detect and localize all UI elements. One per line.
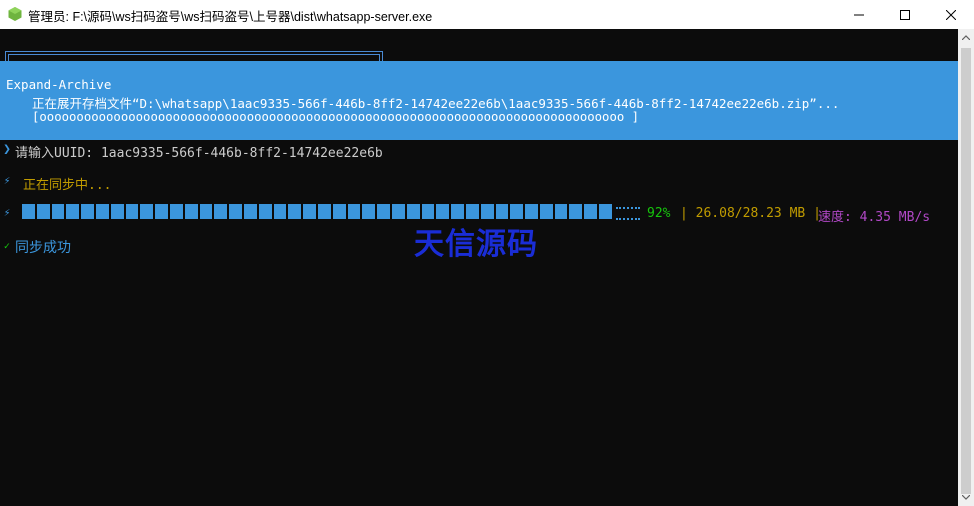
progress-segment: [480, 204, 494, 219]
progress-segment: [303, 204, 316, 219]
progress-segment: [288, 204, 302, 219]
progress-segment: [347, 204, 361, 219]
console-output[interactable]: Expand-Archive 正在展开存档文件“D:\whatsapp\1aac…: [0, 29, 958, 506]
progress-segment: [539, 204, 553, 219]
title-bar[interactable]: 管理员: F:\源码\ws扫码盗号\ws扫码盗号\上号器\dist\whatsa…: [0, 0, 974, 29]
progress-size: | 26.08/28.23 MB |: [680, 206, 821, 221]
chevron-down-icon: [962, 495, 970, 500]
close-button[interactable]: [928, 0, 974, 29]
progress-segment: [332, 204, 346, 219]
banner-title: Expand-Archive: [6, 77, 112, 92]
progress-segment: [66, 204, 80, 219]
check-icon: ✓: [3, 241, 11, 251]
progress-segment: [317, 204, 331, 219]
progress-segment: [362, 204, 376, 219]
lightning-icon: ⚡: [3, 174, 11, 187]
progress-bar-remaining: [616, 207, 640, 220]
uuid-prompt-text: 请输入UUID: 1aac9335-566f-446b-8ff2-14742ee…: [15, 146, 383, 161]
scroll-down-button[interactable]: [958, 489, 974, 506]
progress-segment: [169, 204, 183, 219]
lightning-icon: ⚡: [3, 206, 11, 219]
progress-segment: [199, 204, 213, 219]
progress-segment: [273, 204, 287, 219]
progress-segment: [110, 204, 124, 219]
chevron-right-icon: ❯: [3, 142, 11, 157]
progress-segment: [22, 204, 35, 219]
progress-bar: [22, 204, 614, 219]
progress-segment: [125, 204, 139, 219]
scroll-thumb[interactable]: [961, 48, 971, 494]
progress-segment: [95, 204, 109, 219]
progress-segment: [436, 204, 450, 219]
progress-segment: [421, 204, 435, 219]
sync-success-text: 同步成功: [15, 239, 71, 255]
progress-segment: [214, 204, 228, 219]
window-title: 管理员: F:\源码\ws扫码盗号\ws扫码盗号\上号器\dist\whatsa…: [28, 10, 433, 24]
maximize-button[interactable]: [882, 0, 928, 29]
progress-size-text: 26.08/28.23 MB: [695, 206, 806, 221]
progress-segment: [140, 204, 154, 219]
progress-segment: [451, 204, 464, 219]
progress-speed: 速度: 4.35 MB/s: [818, 210, 931, 225]
progress-segment: [569, 204, 583, 219]
progress-segment: [377, 204, 390, 219]
progress-segment: [525, 204, 538, 219]
progress-segment: [406, 204, 420, 219]
progress-percent: 92%: [647, 206, 671, 221]
maximize-icon: [900, 9, 910, 20]
progress-segment: [554, 204, 568, 219]
minimize-button[interactable]: [836, 0, 882, 29]
vertical-scrollbar[interactable]: [958, 29, 974, 506]
progress-segment: [465, 204, 479, 219]
app-hexagon-icon: [8, 7, 22, 21]
progress-segment: [243, 204, 257, 219]
progress-segment: [510, 204, 524, 219]
close-icon: [946, 9, 956, 20]
progress-segment: [599, 204, 612, 219]
scroll-up-button[interactable]: [958, 29, 974, 46]
progress-segment: [391, 204, 405, 219]
progress-segment: [36, 204, 50, 219]
progress-banner: Expand-Archive 正在展开存档文件“D:\whatsapp\1aac…: [0, 61, 958, 140]
progress-segment: [258, 204, 272, 219]
watermark: 天信源码: [414, 227, 538, 262]
syncing-text: 正在同步中...: [23, 178, 112, 193]
progress-segment: [229, 204, 242, 219]
progress-segment: [51, 204, 65, 219]
banner-progress-bar: [ooooooooooooooooooooooooooooooooooooooo…: [32, 110, 640, 124]
progress-segment: [184, 204, 198, 219]
progress-segment: [584, 204, 598, 219]
progress-segment: [495, 204, 509, 219]
minimize-icon: [854, 14, 864, 15]
progress-segment: [81, 204, 94, 219]
progress-segment: [155, 204, 168, 219]
chevron-up-icon: [962, 35, 970, 40]
